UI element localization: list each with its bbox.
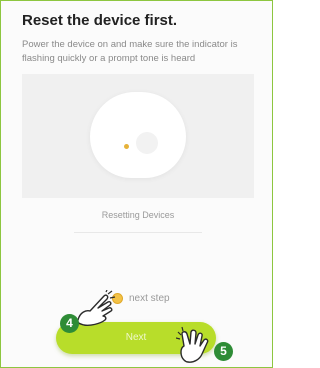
- tap-hand-icon: [77, 290, 116, 326]
- tap-hand-icon: [176, 326, 209, 363]
- device-icon: [90, 92, 186, 178]
- callout-badge: 4: [60, 314, 79, 333]
- indicator-light-icon: [124, 144, 129, 149]
- instruction-text: Power the device on and make sure the in…: [22, 39, 238, 64]
- reset-button-icon: [136, 132, 158, 154]
- callout-badge: 5: [214, 342, 233, 361]
- illustration-caption-link[interactable]: Resetting Devices: [22, 210, 254, 220]
- device-illustration: [22, 74, 254, 198]
- page-title: Reset the device first.: [22, 12, 178, 29]
- confirm-label: next step: [129, 293, 170, 304]
- confirm-checkbox-row[interactable]: next step: [112, 293, 170, 304]
- divider: [74, 232, 202, 233]
